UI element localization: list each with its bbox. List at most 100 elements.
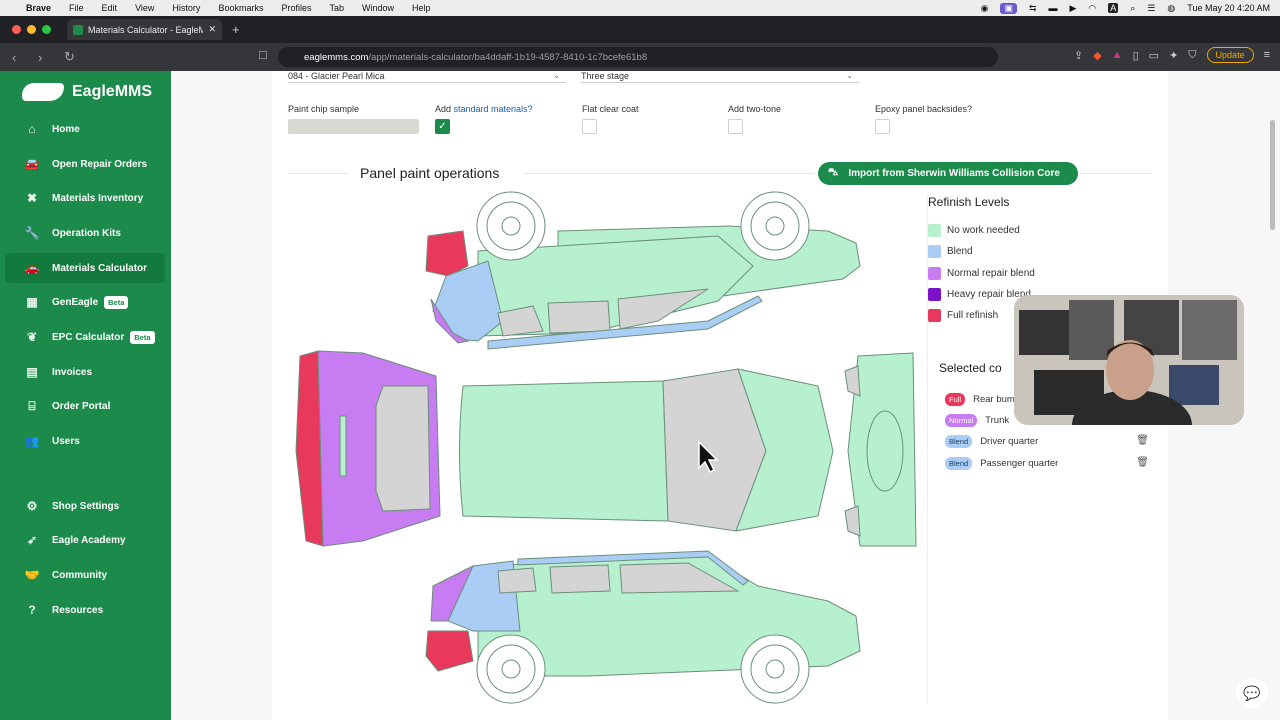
screen-share-icon[interactable]: ▣ [1000,2,1017,14]
sidebar-item-label: Community [52,569,107,581]
menubar-file[interactable]: File [69,3,84,13]
vpn-icon[interactable]: ⛉ [1188,49,1196,62]
car-side-view-bottom [425,550,861,704]
wifi-icon[interactable]: ◠ [1088,3,1096,14]
minimize-window-button[interactable] [27,25,36,34]
menubar-edit[interactable]: Edit [102,3,118,13]
component-label: Passenger quarter [980,458,1059,469]
sync-icon[interactable]: ⇆ [1029,3,1037,14]
add-standard-materials-checkbox[interactable]: ✓ [435,119,450,134]
sidebar-item-materials-inventory[interactable]: ✖ Materials Inventory [5,183,165,213]
control-center-icon[interactable]: ☰ [1147,3,1155,14]
sidebar-item-home[interactable]: ⌂ Home [5,114,165,144]
brave-shields-icon[interactable]: ◆ [1093,49,1101,62]
chevron-down-icon: ⌄ [846,71,853,80]
sidebar-item-community[interactable]: 🤝 Community [5,560,165,590]
two-tone-checkbox[interactable] [728,119,743,134]
level-badge: Normal [945,414,978,427]
menubar-help[interactable]: Help [412,3,431,13]
menubar-tab[interactable]: Tab [329,3,344,13]
leo-ai-icon[interactable]: ✦ [1169,49,1178,62]
legend-item-no-work: No work needed [928,220,1168,241]
sidebar-item-order-portal[interactable]: ⌸ Order Portal [5,391,165,421]
epoxy-checkbox[interactable] [875,119,890,134]
sidebar-item-materials-calculator[interactable]: 🚗 Materials Calculator [5,253,165,283]
menubar-bookmarks[interactable]: Bookmarks [218,3,263,13]
update-button[interactable]: Update [1206,47,1254,63]
legend-title: Refinish Levels [928,195,1010,209]
legend-label: Blend [947,246,973,258]
trash-icon[interactable]: 🗑 [1136,457,1149,468]
brave-rewards-icon[interactable]: ▲ [1112,49,1123,61]
handshake-icon: 🤝 [24,568,40,582]
browser-tab-active[interactable]: Materials Calculator - EagleM ✕ [67,19,222,40]
home-icon: ⌂ [28,122,36,136]
sidebar-item-shop-settings[interactable]: ⚙ Shop Settings [5,491,165,521]
menubar-view[interactable]: View [135,3,154,13]
back-button[interactable]: ‹ [12,50,26,65]
selected-row-passenger-quarter[interactable]: Blend Passenger quarter 🗑 [945,457,1149,470]
sidebar-item-users[interactable]: 👥 Users [5,426,165,456]
record-icon[interactable]: ◉ [981,3,989,14]
sidebar-item-operation-kits[interactable]: 🔧 Operation Kits [5,218,165,248]
panel-rear-bumper-bottom[interactable] [425,630,474,672]
sidebar-item-epc-calculator[interactable]: ❦ EPC Calculator Beta [5,322,165,352]
panel-roof[interactable] [459,380,669,522]
paint-chip-swatch [288,119,419,134]
poster-mid [1069,300,1114,360]
eagle-icon: ➶ [26,533,38,547]
sidebar-item-open-repair-orders[interactable]: 🚘 Open Repair Orders [5,149,165,179]
menubar-status-area: ◉ ▣ ⇆ ▬ ▶ ◠ A ⌕ ☰ ◍ Tue May 20 4:20 AM [981,0,1270,16]
legend-swatch [928,288,941,302]
paint-chip-label: Paint chip sample [288,104,360,114]
new-tab-button[interactable]: + [232,22,240,37]
play-icon[interactable]: ▶ [1070,3,1077,14]
menubar-history[interactable]: History [172,3,200,13]
page-scrollbar[interactable] [1270,120,1275,230]
color-select[interactable]: 084 - Glacier Pearl Mica ⌄ [288,71,566,83]
sidebar-item-label: EPC Calculator [52,331,125,343]
panel-rear-bumper-top[interactable] [425,230,469,277]
bookmark-icon[interactable]: ☐ [258,49,268,62]
level-badge: Full [945,393,966,406]
webcam-overlay[interactable] [1014,295,1244,425]
menubar-profiles[interactable]: Profiles [281,3,311,13]
sidebar-item-geneagle[interactable]: ▦ GenEagle Beta [5,287,165,317]
spotlight-search-icon[interactable]: ⌕ [1130,3,1135,14]
url-path: /app/materials-calculator/ba4ddaff-1b19-… [368,51,648,63]
sidebar-item-resources[interactable]: ? Resources [5,595,165,625]
menubar-window[interactable]: Window [362,3,394,13]
stage-select[interactable]: Three stage ⌄ [581,71,859,83]
car-rear-view [295,350,441,547]
browser-menu-icon[interactable]: ≡ [1264,49,1270,61]
wheel-hub-rear-bottom [501,659,521,679]
close-tab-icon[interactable]: ✕ [208,24,216,35]
sidebar-toggle-icon[interactable]: ▯ [1133,49,1139,62]
menubar-clock[interactable]: Tue May 20 4:20 AM [1187,3,1270,13]
wrench-icon: 🔧 [24,226,40,240]
reload-button[interactable]: ↻ [64,49,78,65]
wallet-icon[interactable]: ▭ [1149,49,1159,62]
menubar-app-name[interactable]: Brave [26,3,51,13]
url-bar[interactable]: eaglemms.com/app/materials-calculator/ba… [278,47,998,67]
share-icon[interactable]: ⇪ [1074,49,1083,62]
forward-button[interactable]: › [38,50,52,65]
selected-row-driver-quarter[interactable]: Blend Driver quarter 🗑 [945,435,1149,448]
beta-badge: Beta [130,330,155,344]
eaglemms-logo[interactable]: EagleMMS [22,83,152,101]
chat-support-icon[interactable]: 💬 [1236,678,1268,708]
trash-icon[interactable]: 🗑 [1136,435,1149,446]
wheel-hub-front-top [765,216,785,236]
standard-materials-link[interactable]: standard materials? [454,104,533,114]
flat-clear-coat-checkbox[interactable] [582,119,597,134]
close-window-button[interactable] [12,25,21,34]
import-sherwin-williams-button[interactable]: ⛍ Import from Sherwin Williams Collision… [818,162,1078,185]
siri-icon[interactable]: ◍ [1167,3,1175,14]
legend-swatch [928,309,941,323]
sidebar-item-invoices[interactable]: ▤ Invoices [5,357,165,387]
sidebar-item-eagle-academy[interactable]: ➶ Eagle Academy [5,525,165,555]
eagle-logo-icon [22,83,64,101]
zoom-window-button[interactable] [42,25,51,34]
input-source-icon[interactable]: A [1108,3,1119,13]
battery-icon[interactable]: ▬ [1049,3,1058,13]
